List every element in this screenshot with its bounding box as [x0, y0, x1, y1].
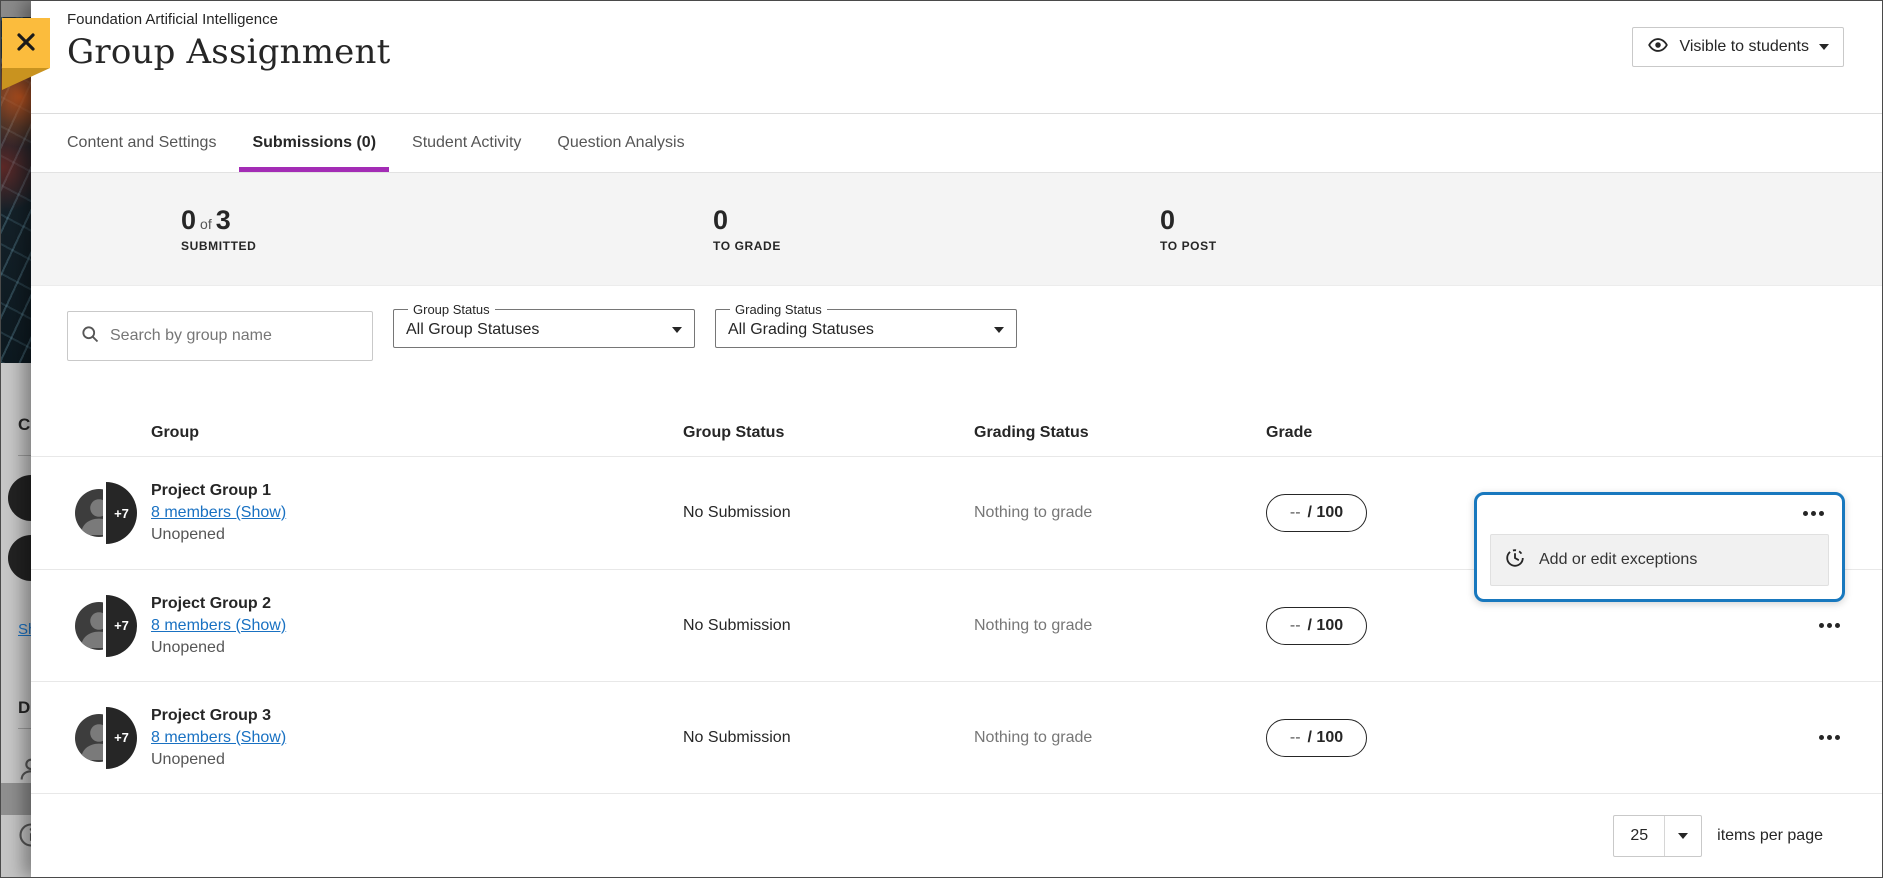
- group-search-box: [67, 311, 373, 361]
- group-name: Project Group 1: [151, 480, 286, 502]
- grading-status-cell: Nothing to grade: [974, 617, 1092, 635]
- divider: [18, 728, 31, 729]
- member-count-badge: +7: [106, 595, 137, 657]
- group-status-value: All Group Statuses: [406, 321, 539, 339]
- tab-bar: Content and Settings Submissions (0) Stu…: [31, 114, 1882, 173]
- pagination-bar: 25 items per page: [31, 794, 1882, 878]
- avatar: [8, 535, 31, 581]
- column-header-group: Group: [151, 424, 199, 442]
- grading-status-cell: Nothing to grade: [974, 504, 1092, 522]
- group-avatar: +7: [75, 595, 137, 657]
- tab-student-activity[interactable]: Student Activity: [412, 114, 521, 172]
- group-avatar: +7: [75, 482, 137, 544]
- stat-to-grade: 0 TO GRADE: [713, 173, 781, 253]
- group-status-cell: No Submission: [683, 504, 791, 522]
- tab-question-analysis[interactable]: Question Analysis: [557, 114, 684, 172]
- members-show-link[interactable]: 8 members (Show): [151, 727, 286, 749]
- more-options-icon: [1819, 623, 1824, 628]
- search-icon: [80, 324, 100, 349]
- avatar: [8, 475, 31, 521]
- tab-submissions[interactable]: Submissions (0): [252, 114, 376, 172]
- course-name: Foundation Artificial Intelligence: [67, 11, 1882, 28]
- visibility-dropdown-button[interactable]: Visible to students: [1632, 27, 1844, 67]
- column-header-grading-status: Grading Status: [974, 424, 1089, 442]
- submission-stats-bar: 0of3 SUBMITTED 0 TO GRADE 0 TO POST: [31, 173, 1882, 286]
- page-size-value: 25: [1614, 816, 1665, 856]
- row-options-menu: Add or edit exceptions: [1474, 492, 1845, 602]
- group-avatar: +7: [75, 707, 137, 769]
- open-state: Unopened: [151, 524, 286, 546]
- menu-item-add-or-edit-exceptions[interactable]: Add or edit exceptions: [1490, 534, 1829, 586]
- background-heading-fragment: C: [18, 415, 30, 435]
- screenshot-frame: C Sh D Foundation Artificial Intelligenc…: [0, 0, 1883, 878]
- group-status-cell: No Submission: [683, 617, 791, 635]
- grading-status-select[interactable]: Grading Status All Grading Statuses: [715, 302, 1017, 348]
- group-name: Project Group 3: [151, 705, 286, 727]
- filter-bar: Group Status All Group Statuses Grading …: [31, 286, 1882, 371]
- table-row: +7 Project Group 3 8 members (Show) Unop…: [31, 681, 1882, 793]
- more-options-icon: [1819, 735, 1824, 740]
- chevron-down-icon: [1819, 44, 1829, 50]
- search-input[interactable]: [110, 327, 360, 345]
- row-options-button[interactable]: [1814, 728, 1844, 748]
- grade-pill-button[interactable]: -- / 100: [1266, 719, 1367, 757]
- background-link-fragment: Sh: [18, 621, 31, 638]
- group-status-cell: No Submission: [683, 729, 791, 747]
- stat-submitted: 0of3 SUBMITTED: [181, 173, 256, 253]
- background-page-strip: C Sh D: [1, 1, 31, 877]
- members-show-link[interactable]: 8 members (Show): [151, 615, 286, 637]
- group-name: Project Group 2: [151, 593, 286, 615]
- row-options-button[interactable]: [1798, 503, 1828, 523]
- open-state: Unopened: [151, 749, 286, 771]
- close-panel-button[interactable]: [2, 18, 50, 68]
- grading-status-cell: Nothing to grade: [974, 729, 1092, 747]
- open-state: Unopened: [151, 637, 286, 659]
- column-header-grade: Grade: [1266, 424, 1312, 442]
- column-header-group-status: Group Status: [683, 424, 784, 442]
- member-count-badge: +7: [106, 482, 137, 544]
- assignment-panel: Foundation Artificial Intelligence Group…: [31, 1, 1882, 877]
- page-size-select[interactable]: 25: [1613, 815, 1702, 857]
- tab-content-and-settings[interactable]: Content and Settings: [67, 114, 216, 172]
- grade-pill-button[interactable]: -- / 100: [1266, 494, 1367, 532]
- background-page-body: C Sh D: [1, 363, 31, 815]
- members-show-link[interactable]: 8 members (Show): [151, 502, 286, 524]
- group-info: Project Group 3 8 members (Show) Unopene…: [151, 705, 286, 771]
- panel-header: Foundation Artificial Intelligence Group…: [31, 1, 1882, 114]
- background-topbar: [1, 1, 31, 17]
- background-bottombar: [1, 783, 31, 815]
- group-info: Project Group 2 8 members (Show) Unopene…: [151, 593, 286, 659]
- stat-to-post: 0 TO POST: [1160, 173, 1217, 253]
- more-options-icon: [1803, 511, 1808, 516]
- history-clock-icon: [1504, 547, 1526, 574]
- visibility-label: Visible to students: [1679, 38, 1809, 56]
- grade-pill-button[interactable]: -- / 100: [1266, 607, 1367, 645]
- items-per-page-label: items per page: [1717, 827, 1823, 845]
- group-status-select[interactable]: Group Status All Group Statuses: [393, 302, 695, 348]
- member-count-badge: +7: [106, 707, 137, 769]
- row-options-button[interactable]: [1814, 616, 1844, 636]
- group-status-label: Group Status: [408, 302, 495, 317]
- chevron-down-icon: [1678, 833, 1688, 839]
- group-info: Project Group 1 8 members (Show) Unopene…: [151, 480, 286, 546]
- chevron-down-icon: [994, 327, 1004, 333]
- table-header-row: Group Group Status Grading Status Grade: [31, 371, 1882, 457]
- menu-item-label: Add or edit exceptions: [1539, 551, 1697, 569]
- eye-icon: [1647, 34, 1669, 61]
- info-icon: [17, 821, 31, 854]
- divider: [18, 455, 31, 456]
- chevron-down-icon: [672, 327, 682, 333]
- grading-status-value: All Grading Statuses: [728, 321, 874, 339]
- grading-status-label: Grading Status: [730, 302, 827, 317]
- background-heading-fragment: D: [18, 698, 30, 718]
- page-title: Group Assignment: [67, 32, 1882, 72]
- close-icon: [14, 30, 38, 57]
